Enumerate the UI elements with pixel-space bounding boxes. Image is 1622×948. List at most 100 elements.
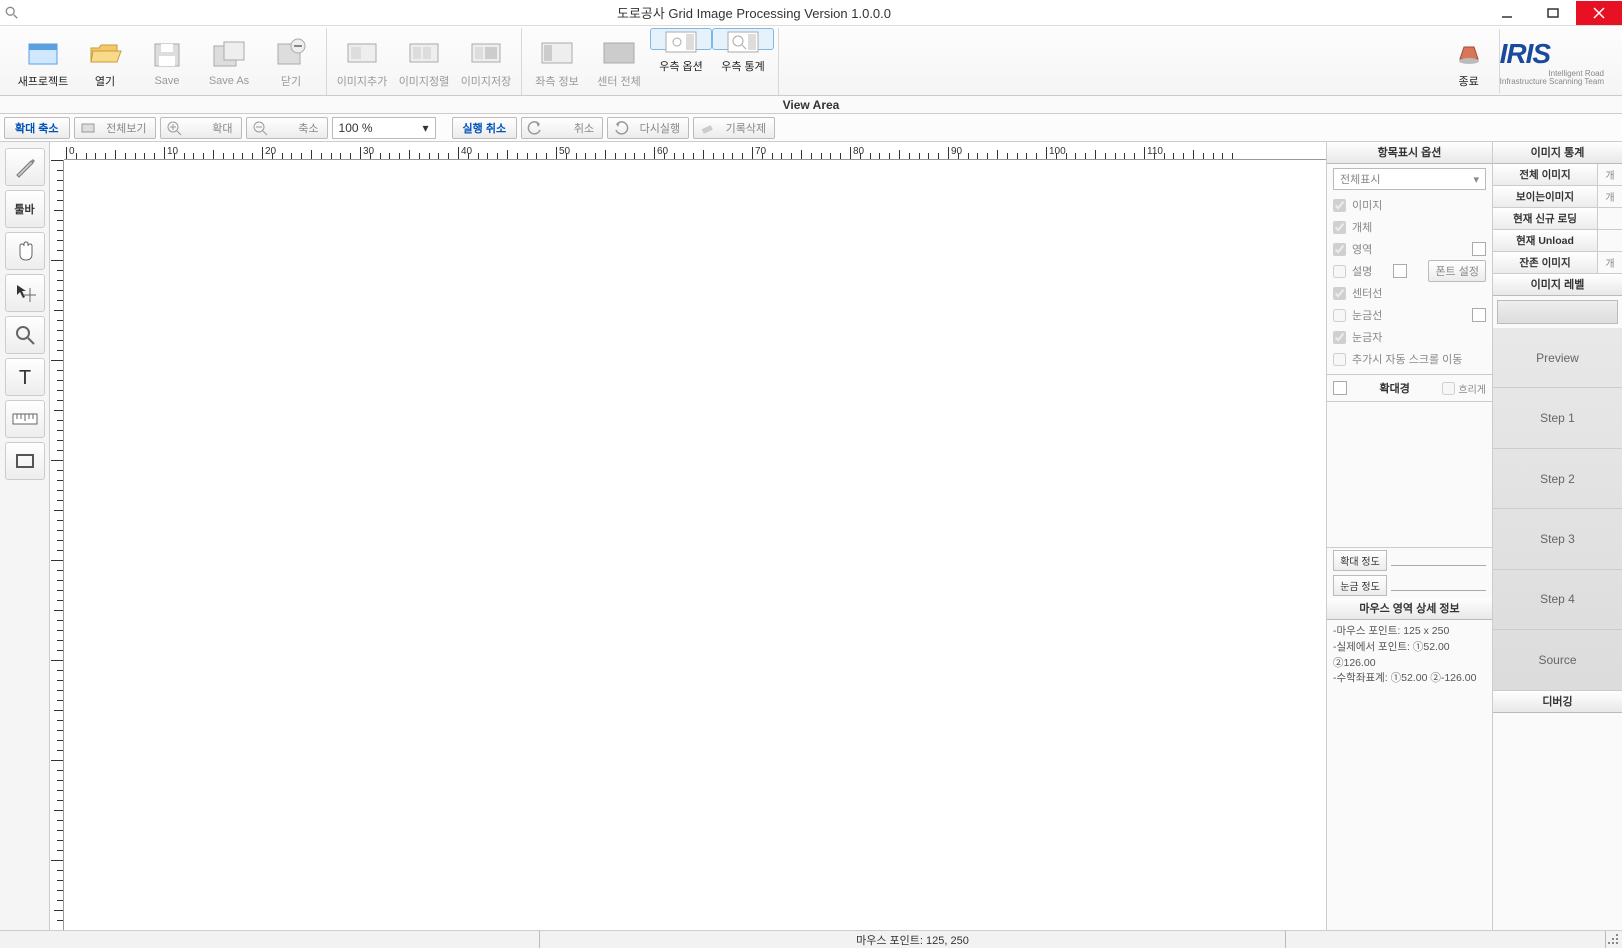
debug-header: 디버깅 [1493,691,1622,713]
view-mode-value: 전체표시 [1340,171,1380,187]
desc-checkbox[interactable]: 설명 [1333,260,1372,282]
minimize-button[interactable] [1484,1,1530,25]
redo-button[interactable]: 다시실행 [607,117,689,139]
right-option-icon [661,29,701,55]
view-mode-select[interactable]: 전체표시 ▾ [1333,168,1486,190]
view-all-label: 전체보기 [106,120,146,136]
zoom-out-button[interactable]: 축소 [246,117,328,139]
view-all-button[interactable]: 전체보기 [74,117,156,139]
close-button[interactable] [1576,1,1622,25]
left-info-button[interactable]: 좌측 정보 [526,28,588,95]
blur-checkbox[interactable]: 흐리게 [1442,377,1486,399]
right-stat-button[interactable]: 우측 통계 [712,28,774,50]
image-stats-panel: 이미지 통계 전체 이미지개 보이는이미지개 현재 신규 로딩 현재 Unloa… [1492,142,1622,930]
image-add-label: 이미지추가 [337,73,388,89]
zoom-out-label: 축소 [298,120,318,136]
image-level-value-box [1497,300,1618,324]
rectangle-tool[interactable] [5,442,45,480]
font-setting-button[interactable]: 폰트 설정 [1428,260,1486,282]
magnifier-label: 확대경 [1351,380,1438,396]
canvas-area[interactable]: 0102030405060708090100110 [50,142,1326,930]
gridline-checkbox[interactable]: 눈금선 [1333,304,1382,326]
desc-color-swatch[interactable] [1393,264,1407,278]
zoom-in-button[interactable]: 확대 [160,117,242,139]
sub-toolbar: 확대 축소 전체보기 확대 축소 100 %▾ 실행 취소 취소 다시실행 기록… [0,114,1622,142]
step-4[interactable]: Step 4 [1493,570,1622,630]
centerline-checkbox[interactable]: 센터선 [1333,282,1486,304]
stat-visible-label: 보이는이미지 [1493,186,1598,207]
magnify-tool[interactable] [5,316,45,354]
image-add-button[interactable]: 이미지추가 [331,28,393,95]
zoom-level-select[interactable]: 100 % ▾ [332,117,436,139]
step-preview[interactable]: Preview [1493,328,1622,388]
zoom-in-icon [165,119,183,137]
image-save-button[interactable]: 이미지저장 [455,28,517,95]
area-checkbox[interactable]: 영역 [1333,238,1372,260]
stat-unload-label: 현재 Unload [1493,230,1598,251]
toolbar-label-button[interactable]: 툴바 [5,190,45,228]
svg-text:T: T [18,367,30,388]
status-cell-3 [1286,931,1606,948]
chevron-down-icon: ▾ [1473,173,1479,186]
zoom-level-label: 확대 정도 [1333,550,1387,571]
eraser-icon [698,119,716,137]
save-label: Save [154,75,179,87]
right-stat-label: 우측 통계 [721,58,765,74]
area-color-swatch[interactable] [1472,242,1486,256]
ribbon-toolbar: 새프로젝트 열기 Save Save As 닫기 이미지추가 이미지정렬 [0,26,1622,96]
new-project-label: 새프로젝트 [18,73,69,89]
right-option-button[interactable]: 우측 옵션 [650,28,712,50]
grid-level-label: 눈금 정도 [1333,575,1387,596]
step-2[interactable]: Step 2 [1493,449,1622,509]
stat-visible-unit: 개 [1598,186,1622,207]
status-cell-1 [0,931,540,948]
exit-button[interactable]: 종료 [1438,28,1500,95]
close-doc-button[interactable]: 닫기 [260,28,322,95]
text-tool[interactable]: T [5,358,45,396]
image-sort-button[interactable]: 이미지정렬 [393,28,455,95]
hand-tool[interactable] [5,232,45,270]
zoom-level-slider[interactable] [1391,556,1486,566]
autoscroll-checkbox[interactable]: 추가시 자동 스크롤 이동 [1333,348,1486,370]
open-button[interactable]: 열기 [74,28,136,95]
image-sort-icon [404,36,444,70]
image-checkbox[interactable]: 이미지 [1333,194,1486,216]
mouse-line-2: -실제에서 포인트: ①52.00 ②126.00 [1333,640,1486,672]
step-3[interactable]: Step 3 [1493,509,1622,569]
pen-tool[interactable] [5,148,45,186]
step-source[interactable]: Source [1493,630,1622,690]
maximize-button[interactable] [1530,1,1576,25]
display-options-header: 항목표시 옵션 [1327,142,1492,164]
center-all-button[interactable]: 센터 전체 [588,28,650,95]
left-toolbar: 툴바 T [0,142,50,930]
undo-icon [526,119,544,137]
move-tool[interactable] [5,274,45,312]
title-bar: 도로공사 Grid Image Processing Version 1.0.0… [0,0,1622,26]
gridline-color-swatch[interactable] [1472,308,1486,322]
cancel-button[interactable]: 취소 [521,117,603,139]
image-level-header: 이미지 레벨 [1493,274,1622,296]
resize-grip[interactable] [1606,931,1622,948]
grid-level-slider[interactable] [1391,581,1486,591]
exec-cancel-label: 실행 취소 [452,117,518,139]
window-title: 도로공사 Grid Image Processing Version 1.0.0… [24,3,1484,22]
new-project-button[interactable]: 새프로젝트 [12,28,74,95]
delete-record-button[interactable]: 기록삭제 [693,117,775,139]
zoom-level-value: 100 % [339,121,373,135]
stat-newload-label: 현재 신규 로딩 [1493,208,1598,229]
object-checkbox[interactable]: 개체 [1333,216,1486,238]
save-as-button[interactable]: Save As [198,28,260,95]
ruler-tool[interactable] [5,400,45,438]
chevron-down-icon: ▾ [423,121,429,135]
zoom-level-slider-row: 확대 정도 [1327,548,1492,573]
right-option-label: 우측 옵션 [659,58,703,74]
ruler-checkbox[interactable]: 눈금자 [1333,326,1486,348]
status-mouse-point: 마우스 포인트: 125, 250 [540,931,1286,948]
magnifier-color-swatch[interactable] [1333,381,1347,395]
step-1[interactable]: Step 1 [1493,388,1622,448]
save-icon [147,38,187,72]
close-doc-label: 닫기 [281,73,301,89]
save-button[interactable]: Save [136,28,198,95]
center-all-icon [599,36,639,70]
mouse-info-header: 마우스 영역 상세 정보 [1327,598,1492,620]
